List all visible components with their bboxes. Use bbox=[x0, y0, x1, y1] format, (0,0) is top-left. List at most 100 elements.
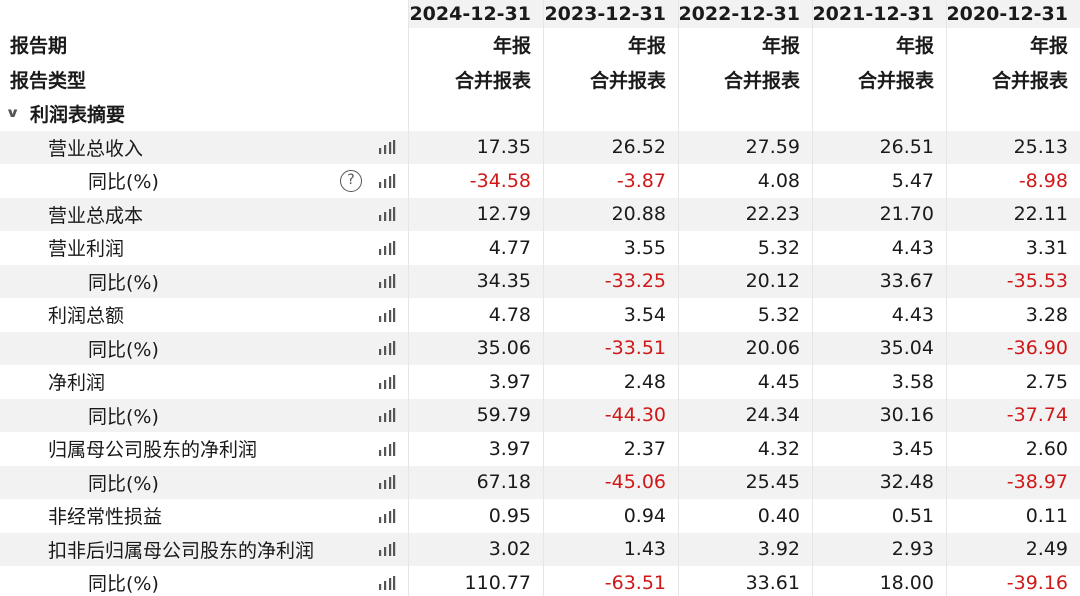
row-label-text: 同比(%) bbox=[88, 573, 159, 596]
table-cell: 4.43 bbox=[812, 231, 946, 265]
row-label: 同比(%) bbox=[0, 398, 408, 432]
table-cell: 4.78 bbox=[408, 298, 543, 332]
row-label: 净利润 bbox=[0, 365, 408, 399]
table-cell: 32.48 bbox=[812, 465, 946, 499]
bar-chart-icon[interactable] bbox=[378, 274, 396, 289]
bar-chart-icon[interactable] bbox=[378, 508, 396, 523]
table-cell: 2.93 bbox=[812, 532, 946, 566]
section-income-summary[interactable]: ∨ 利润表摘要 bbox=[0, 97, 408, 131]
table-cell: 4.77 bbox=[408, 231, 543, 265]
bar-chart-icon[interactable] bbox=[378, 341, 396, 356]
table-cell: -34.58 bbox=[408, 164, 543, 198]
table-cell: -36.90 bbox=[946, 331, 1080, 365]
bar-chart-icon[interactable] bbox=[378, 207, 396, 222]
table-cell: 30.16 bbox=[812, 398, 946, 432]
table-cell: 33.61 bbox=[678, 566, 812, 596]
table-cell: 4.45 bbox=[678, 365, 812, 399]
header-report-type-label: 报告类型 bbox=[10, 69, 87, 92]
bar-chart-icon[interactable] bbox=[378, 575, 396, 590]
table-cell: -38.97 bbox=[946, 465, 1080, 499]
bar-chart-icon[interactable] bbox=[378, 240, 396, 255]
table-cell: 3.97 bbox=[408, 365, 543, 399]
section-empty bbox=[408, 97, 543, 131]
section-empty bbox=[543, 97, 678, 131]
row-label: 营业利润 bbox=[0, 231, 408, 265]
table-cell: 3.54 bbox=[543, 298, 678, 332]
header-type-2023: 合并报表 bbox=[543, 61, 678, 97]
table-cell: 24.34 bbox=[678, 398, 812, 432]
table-cell: 3.55 bbox=[543, 231, 678, 265]
bar-chart-icon[interactable] bbox=[378, 408, 396, 423]
header-report-period-label: 报告期 bbox=[10, 35, 68, 57]
bar-chart-icon[interactable] bbox=[378, 173, 396, 188]
table-cell: -8.98 bbox=[946, 164, 1080, 198]
row-label-text: 同比(%) bbox=[88, 171, 159, 194]
table-cell: 20.88 bbox=[543, 197, 678, 231]
row-label: 营业总成本 bbox=[0, 197, 408, 231]
table-cell: 3.31 bbox=[946, 231, 1080, 265]
table-cell: 27.59 bbox=[678, 130, 812, 164]
bar-chart-icon[interactable] bbox=[378, 307, 396, 322]
table-cell: -33.25 bbox=[543, 264, 678, 298]
header-date-2022: 2022-12-31 bbox=[678, 0, 812, 28]
table-cell: 34.35 bbox=[408, 264, 543, 298]
row-label-text: 扣非后归属母公司股东的净利润 bbox=[48, 539, 315, 562]
row-label-text: 同比(%) bbox=[88, 271, 159, 294]
table-cell: 110.77 bbox=[408, 566, 543, 596]
bar-chart-icon[interactable] bbox=[378, 441, 396, 456]
table-cell: 26.51 bbox=[812, 130, 946, 164]
table-cell: 5.32 bbox=[678, 298, 812, 332]
header-period-2020: 年报 bbox=[946, 28, 1080, 61]
table-cell: 0.51 bbox=[812, 499, 946, 533]
table-cell: 0.94 bbox=[543, 499, 678, 533]
header-date-2021: 2021-12-31 bbox=[812, 0, 946, 28]
row-label: 非经常性损益 bbox=[0, 499, 408, 533]
section-title: 利润表摘要 bbox=[30, 104, 126, 127]
chevron-down-icon[interactable]: ∨ bbox=[5, 106, 25, 121]
row-label-text: 归属母公司股东的净利润 bbox=[48, 439, 258, 462]
table-cell: -3.87 bbox=[543, 164, 678, 198]
row-label: 同比(%)? bbox=[0, 164, 408, 198]
table-cell: 20.12 bbox=[678, 264, 812, 298]
bar-chart-icon[interactable] bbox=[378, 374, 396, 389]
table-cell: 3.58 bbox=[812, 365, 946, 399]
row-label-text: 净利润 bbox=[48, 372, 106, 395]
bar-chart-icon[interactable] bbox=[378, 475, 396, 490]
row-label: 扣非后归属母公司股东的净利润 bbox=[0, 532, 408, 566]
row-label-text: 同比(%) bbox=[88, 472, 159, 495]
table-cell: 18.00 bbox=[812, 566, 946, 596]
table-cell: 67.18 bbox=[408, 465, 543, 499]
table-cell: -63.51 bbox=[543, 566, 678, 596]
header-period-2022: 年报 bbox=[678, 28, 812, 61]
header-date-2023: 2023-12-31 bbox=[543, 0, 678, 28]
table-cell: 4.32 bbox=[678, 432, 812, 466]
table-cell: -37.74 bbox=[946, 398, 1080, 432]
table-cell: 20.06 bbox=[678, 331, 812, 365]
row-label: 同比(%) bbox=[0, 566, 408, 596]
question-icon[interactable]: ? bbox=[340, 169, 362, 192]
section-empty bbox=[946, 97, 1080, 131]
table-cell: -45.06 bbox=[543, 465, 678, 499]
table-cell: 0.40 bbox=[678, 499, 812, 533]
table-cell: 5.32 bbox=[678, 231, 812, 265]
table-cell: 2.49 bbox=[946, 532, 1080, 566]
bar-chart-icon[interactable] bbox=[378, 542, 396, 557]
row-label-text: 营业利润 bbox=[48, 238, 125, 261]
section-empty bbox=[812, 97, 946, 131]
header-date-2020: 2020-12-31 bbox=[946, 0, 1080, 28]
header-type-2020: 合并报表 bbox=[946, 61, 1080, 97]
section-empty bbox=[678, 97, 812, 131]
header-type-2021: 合并报表 bbox=[812, 61, 946, 97]
row-label-text: 利润总额 bbox=[48, 305, 125, 328]
header-period-2023: 年报 bbox=[543, 28, 678, 61]
table-cell: 2.37 bbox=[543, 432, 678, 466]
bar-chart-icon[interactable] bbox=[378, 140, 396, 155]
row-label: 同比(%) bbox=[0, 465, 408, 499]
row-label-text: 同比(%) bbox=[88, 338, 159, 361]
table-cell: 21.70 bbox=[812, 197, 946, 231]
table-cell: 4.43 bbox=[812, 298, 946, 332]
row-label: 利润总额 bbox=[0, 298, 408, 332]
header-period-2021: 年报 bbox=[812, 28, 946, 61]
table-cell: 4.08 bbox=[678, 164, 812, 198]
table-cell: 12.79 bbox=[408, 197, 543, 231]
